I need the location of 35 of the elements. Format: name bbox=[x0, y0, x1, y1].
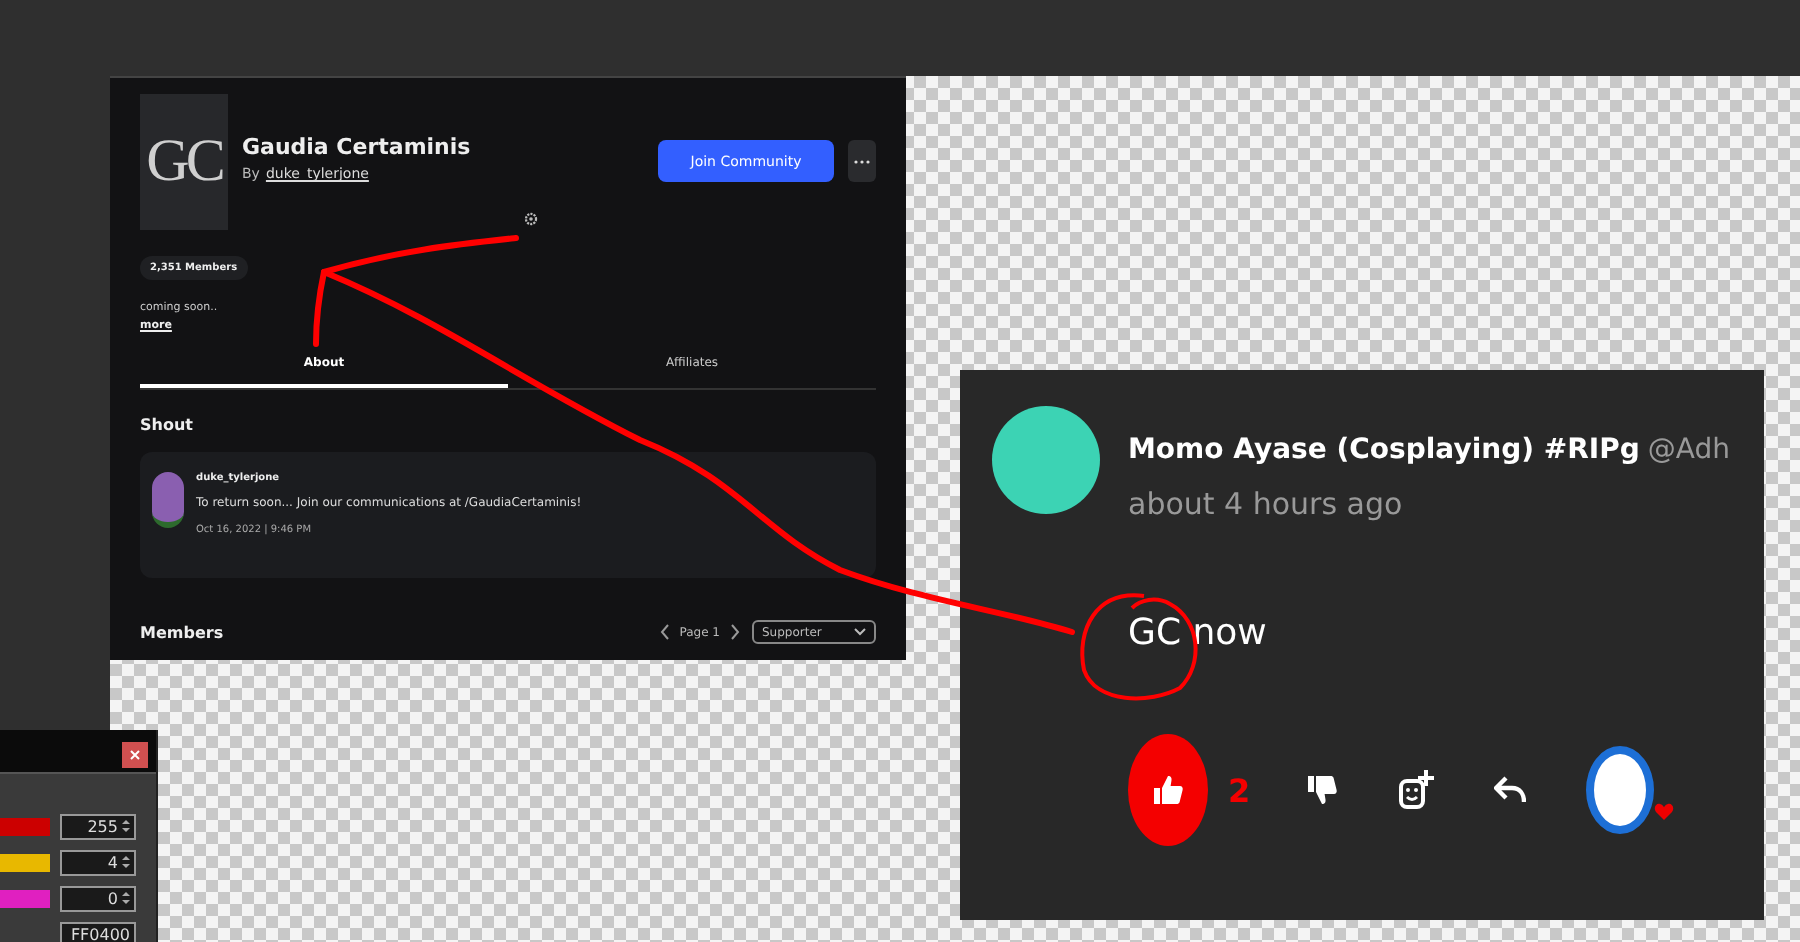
members-heading: Members bbox=[140, 623, 226, 641]
comment-author[interactable]: Momo Ayase (Cosplaying) #RIPg bbox=[1128, 434, 1640, 466]
thumbs-down-icon[interactable] bbox=[1306, 774, 1339, 806]
spinner-arrows-icon[interactable] bbox=[122, 890, 130, 906]
more-options-button[interactable] bbox=[848, 140, 876, 182]
chevron-right-icon[interactable] bbox=[730, 624, 740, 640]
reaction-avatar bbox=[1586, 746, 1655, 834]
like-count: 2 bbox=[1228, 771, 1251, 809]
close-button[interactable] bbox=[122, 742, 148, 768]
channel-value-field[interactable]: 4 bbox=[60, 849, 136, 875]
hex-color-field[interactable]: FF0400 bbox=[60, 921, 136, 942]
spinner-arrows-icon[interactable] bbox=[122, 854, 130, 870]
settings-icon[interactable] bbox=[524, 212, 538, 226]
channel-value-field[interactable]: 255 bbox=[60, 813, 136, 839]
like-button[interactable] bbox=[1128, 734, 1208, 846]
close-icon bbox=[130, 750, 140, 760]
color-slider[interactable] bbox=[0, 889, 50, 907]
thumbs-up-icon bbox=[1152, 774, 1184, 806]
community-logo: GC bbox=[140, 94, 228, 230]
avatar bbox=[152, 472, 184, 528]
heart-icon bbox=[1654, 802, 1675, 822]
channel-value-field[interactable]: 0 bbox=[60, 885, 136, 911]
chevron-left-icon[interactable] bbox=[659, 624, 670, 640]
add-emoji-icon[interactable] bbox=[1398, 770, 1435, 810]
shout-heading: Shout bbox=[140, 416, 195, 434]
chevron-down-icon bbox=[854, 628, 866, 636]
color-slider[interactable] bbox=[0, 853, 50, 871]
comment-text: GC now bbox=[1128, 612, 1269, 654]
color-slider[interactable] bbox=[0, 817, 50, 835]
community-name: Gaudia Certaminis bbox=[242, 134, 473, 160]
comment-handle: @Adh bbox=[1647, 434, 1730, 466]
avatar bbox=[992, 406, 1100, 514]
reply-icon[interactable] bbox=[1494, 776, 1527, 804]
comment-time: about 4 hours ago bbox=[1128, 486, 1405, 522]
spinner-arrows-icon[interactable] bbox=[122, 818, 130, 834]
